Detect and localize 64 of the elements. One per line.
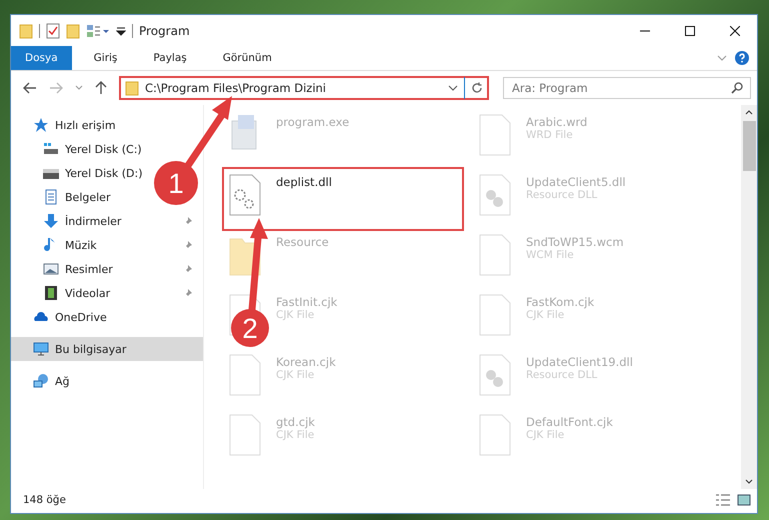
ribbon-tab[interactable]: Giriş: [80, 46, 132, 70]
scroll-down-icon[interactable]: [745, 479, 753, 485]
document-icon: [478, 233, 512, 277]
gears-document-icon: [228, 173, 262, 217]
view-options-icon: [86, 24, 110, 38]
help-icon[interactable]: [735, 51, 749, 65]
docs-icon: [43, 189, 59, 205]
pc-icon: [33, 341, 49, 357]
document-icon: [228, 353, 262, 397]
close-icon: [730, 26, 740, 36]
properties-icon: [46, 22, 60, 38]
address-bar[interactable]: C:\Program Files\Program Dizini: [119, 76, 489, 100]
address-path: C:\Program Files\Program Dizini: [145, 81, 328, 95]
dropdown-caret-icon[interactable]: [448, 84, 458, 92]
customize-toolbar-icon[interactable]: [116, 24, 126, 36]
minimize-icon: [640, 30, 650, 32]
folder-icon: [19, 22, 33, 38]
scroll-up-icon[interactable]: [745, 109, 753, 115]
resource-document-icon: [478, 353, 512, 397]
nav-item[interactable]: OneDrive: [11, 305, 203, 329]
large-icons-view-icon[interactable]: [737, 494, 751, 506]
chevron-down-icon[interactable]: [717, 54, 727, 62]
item-count: 148 öğe: [23, 494, 66, 506]
scrollbar-thumb[interactable]: [742, 121, 756, 171]
file-name[interactable]: deplist.dll: [276, 175, 332, 189]
document-icon: [478, 413, 512, 457]
step-number-badge: 1: [154, 161, 198, 205]
nav-item[interactable]: İndirmeler: [11, 209, 128, 233]
star-icon: [33, 117, 49, 133]
highlighted-file-item[interactable]: deplist.dll: [224, 169, 462, 229]
nav-item[interactable]: Yerel Disk (C:): [11, 137, 148, 161]
search-icon: [731, 82, 743, 94]
details-view-icon[interactable]: [715, 494, 731, 506]
nav-item[interactable]: Belgeler: [11, 185, 116, 209]
ribbon-tab[interactable]: Dosya: [11, 46, 72, 70]
nav-item[interactable]: Müzik: [11, 233, 103, 257]
new-folder-icon: [66, 22, 80, 38]
nav-item[interactable]: Bu bilgisayar: [11, 337, 203, 361]
step-number-badge: 2: [231, 309, 269, 347]
nav-item[interactable]: Ağ: [11, 369, 203, 393]
maximize-icon: [684, 26, 694, 36]
network-icon: [33, 373, 49, 389]
nav-item[interactable]: Resimler: [11, 257, 119, 281]
up-arrow-icon[interactable]: [95, 81, 107, 95]
pictures-icon: [43, 261, 59, 277]
back-arrow-icon[interactable]: [23, 82, 37, 94]
search-field[interactable]: Ara: Program: [503, 77, 751, 99]
recent-locations-icon[interactable]: [75, 85, 83, 91]
folder-icon: [125, 80, 139, 96]
resource-document-icon: [478, 173, 512, 217]
ribbon-tab[interactable]: Görünüm: [208, 46, 286, 70]
download-icon: [43, 213, 59, 229]
document-icon: [228, 413, 262, 457]
videos-icon: [43, 285, 59, 301]
refresh-icon[interactable]: [471, 82, 483, 94]
window-title: Program: [139, 24, 191, 38]
document-icon: [478, 293, 512, 337]
nav-item[interactable]: Videolar: [11, 281, 116, 305]
document-icon: [478, 113, 512, 157]
scrollbar[interactable]: [741, 105, 757, 489]
nav-item[interactable]: Yerel Disk (D:): [11, 161, 149, 185]
nav-item[interactable]: Hızlı erişim: [11, 113, 203, 137]
drive-c-icon: [43, 141, 59, 157]
ribbon-tab[interactable]: Paylaş: [139, 46, 201, 70]
